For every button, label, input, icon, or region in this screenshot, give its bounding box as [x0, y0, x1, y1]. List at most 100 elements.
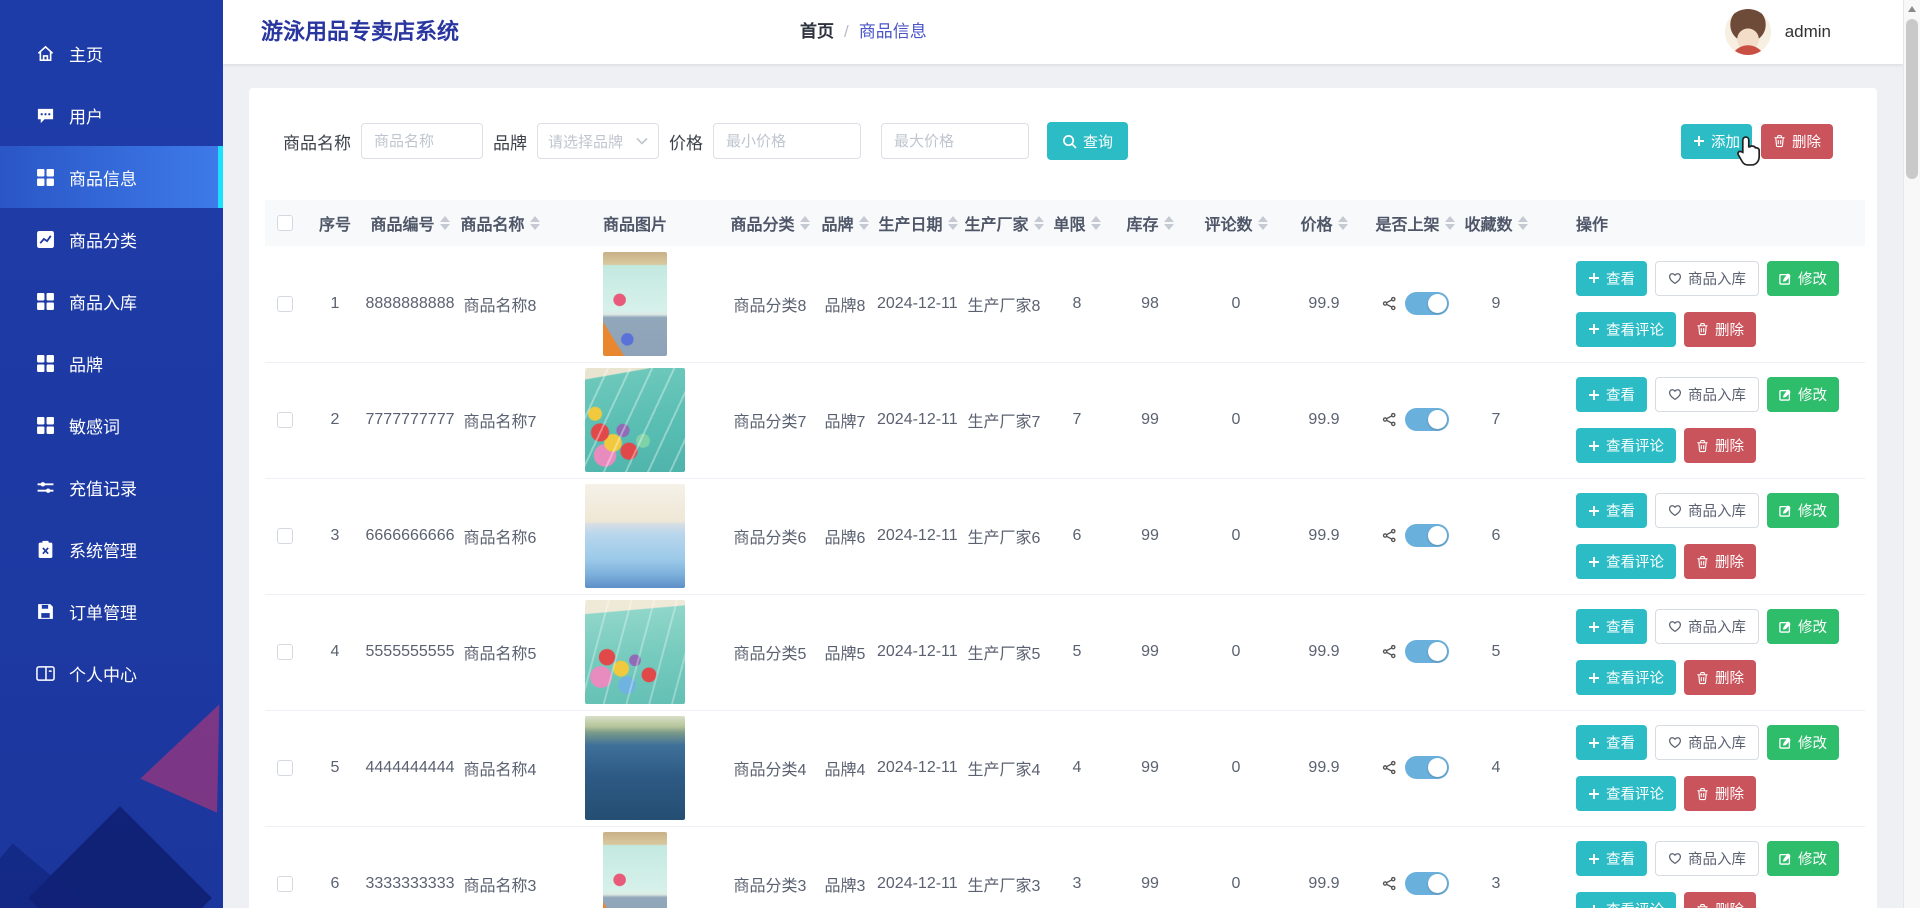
sort-icon[interactable]	[1091, 216, 1101, 230]
edit-button[interactable]: 修改	[1767, 377, 1839, 412]
cell-index: 3	[305, 478, 365, 594]
share-icon	[1382, 876, 1397, 891]
sidebar-item-敏感词[interactable]: 敏感词	[0, 394, 223, 456]
edit-button[interactable]: 修改	[1767, 725, 1839, 760]
column-header-category[interactable]: 商品分类	[725, 200, 815, 246]
user-box[interactable]: admin	[1725, 0, 1831, 64]
sort-icon[interactable]	[800, 216, 810, 230]
scrollbar-thumb[interactable]	[1906, 19, 1918, 179]
column-header-comments[interactable]: 评论数	[1193, 200, 1279, 246]
sidebar-item-订单管理[interactable]: 订单管理	[0, 580, 223, 642]
column-header-limit[interactable]: 单限	[1047, 200, 1107, 246]
view-comments-button[interactable]: 查看评论	[1576, 544, 1676, 579]
stock-in-button[interactable]: 商品入库	[1655, 609, 1759, 644]
sidebar-item-充值记录[interactable]: 充值记录	[0, 456, 223, 518]
product-name-input[interactable]	[361, 123, 483, 159]
bulk-delete-button[interactable]: 删除	[1761, 124, 1833, 159]
view-comments-button[interactable]: 查看评论	[1576, 776, 1676, 811]
sort-icon[interactable]	[948, 216, 958, 230]
sidebar-item-用户[interactable]: 用户	[0, 84, 223, 146]
cell-stock: 99	[1107, 478, 1193, 594]
on-shelf-toggle[interactable]	[1405, 524, 1449, 547]
stock-in-button[interactable]: 商品入库	[1655, 841, 1759, 876]
column-header-price[interactable]: 价格	[1279, 200, 1369, 246]
sidebar-item-商品分类[interactable]: 商品分类	[0, 208, 223, 270]
column-header-favorites[interactable]: 收藏数	[1461, 200, 1531, 246]
column-header-stock[interactable]: 库存	[1107, 200, 1193, 246]
row-checkbox[interactable]	[277, 412, 293, 428]
avatar[interactable]	[1725, 9, 1771, 55]
edit-button[interactable]: 修改	[1767, 493, 1839, 528]
sort-icon[interactable]	[1518, 216, 1528, 230]
view-button[interactable]: 查看	[1576, 493, 1647, 528]
on-shelf-toggle[interactable]	[1405, 756, 1449, 779]
row-checkbox[interactable]	[277, 528, 293, 544]
view-comments-button[interactable]: 查看评论	[1576, 428, 1676, 463]
sort-icon[interactable]	[1258, 216, 1268, 230]
column-header-brand[interactable]: 品牌	[815, 200, 875, 246]
view-comments-button[interactable]: 查看评论	[1576, 892, 1676, 908]
row-checkbox[interactable]	[277, 296, 293, 312]
stock-in-button[interactable]: 商品入库	[1655, 261, 1759, 296]
column-header-name[interactable]: 商品名称	[455, 200, 545, 246]
cell-name: 商品名称3	[455, 826, 545, 908]
sidebar-item-品牌[interactable]: 品牌	[0, 332, 223, 394]
sort-icon[interactable]	[859, 216, 869, 230]
delete-row-button[interactable]: 删除	[1684, 428, 1756, 463]
sort-icon[interactable]	[1034, 216, 1044, 230]
row-checkbox[interactable]	[277, 760, 293, 776]
cell-date: 2024-12-11	[875, 246, 961, 362]
cell-price: 99.9	[1279, 710, 1369, 826]
on-shelf-toggle[interactable]	[1405, 292, 1449, 315]
search-button[interactable]: 查询	[1047, 122, 1128, 160]
column-header-date[interactable]: 生产日期	[875, 200, 961, 246]
sidebar-item-商品信息[interactable]: 商品信息	[0, 146, 223, 208]
sort-icon[interactable]	[1164, 216, 1174, 230]
view-button[interactable]: 查看	[1576, 261, 1647, 296]
vertical-scrollbar[interactable]	[1903, 0, 1920, 908]
row-checkbox[interactable]	[277, 644, 293, 660]
row-checkbox[interactable]	[277, 876, 293, 892]
min-price-input[interactable]	[713, 123, 861, 159]
delete-row-button[interactable]: 删除	[1684, 892, 1756, 908]
sidebar-item-label: 个人中心	[69, 661, 137, 686]
edit-button[interactable]: 修改	[1767, 261, 1839, 296]
sort-icon[interactable]	[1338, 216, 1348, 230]
heart-icon	[1668, 504, 1682, 517]
view-button[interactable]: 查看	[1576, 609, 1647, 644]
stock-in-button[interactable]: 商品入库	[1655, 725, 1759, 760]
sidebar-item-个人中心[interactable]: 个人中心	[0, 642, 223, 704]
sort-icon[interactable]	[530, 216, 540, 230]
stock-in-button[interactable]: 商品入库	[1655, 493, 1759, 528]
sort-icon[interactable]	[440, 216, 450, 230]
view-button[interactable]: 查看	[1576, 841, 1647, 876]
on-shelf-toggle[interactable]	[1405, 640, 1449, 663]
column-header-code[interactable]: 商品编号	[365, 200, 455, 246]
edit-button[interactable]: 修改	[1767, 841, 1839, 876]
edit-button[interactable]: 修改	[1767, 609, 1839, 644]
delete-row-button[interactable]: 删除	[1684, 544, 1756, 579]
view-comments-button[interactable]: 查看评论	[1576, 660, 1676, 695]
delete-row-button[interactable]: 删除	[1684, 660, 1756, 695]
sidebar-item-主页[interactable]: 主页	[0, 22, 223, 84]
sidebar-item-商品入库[interactable]: 商品入库	[0, 270, 223, 332]
on-shelf-toggle[interactable]	[1405, 408, 1449, 431]
add-button[interactable]: 添加	[1681, 124, 1752, 159]
scrollbar-up-arrow-icon[interactable]	[1904, 0, 1920, 17]
view-comments-button[interactable]: 查看评论	[1576, 312, 1676, 347]
delete-row-button[interactable]: 删除	[1684, 312, 1756, 347]
cell-limit: 6	[1047, 478, 1107, 594]
breadcrumb-home[interactable]: 首页	[800, 22, 834, 41]
view-button[interactable]: 查看	[1576, 725, 1647, 760]
view-button[interactable]: 查看	[1576, 377, 1647, 412]
on-shelf-toggle[interactable]	[1405, 872, 1449, 895]
sidebar-item-系统管理[interactable]: 系统管理	[0, 518, 223, 580]
column-header-on_shelf[interactable]: 是否上架	[1369, 200, 1461, 246]
column-header-manufacturer[interactable]: 生产厂家	[961, 200, 1047, 246]
delete-row-button[interactable]: 删除	[1684, 776, 1756, 811]
max-price-input[interactable]	[881, 123, 1029, 159]
select-all-checkbox[interactable]	[277, 215, 293, 231]
stock-in-button[interactable]: 商品入库	[1655, 377, 1759, 412]
sort-icon[interactable]	[1445, 216, 1455, 230]
brand-select[interactable]: 请选择品牌	[537, 123, 659, 159]
